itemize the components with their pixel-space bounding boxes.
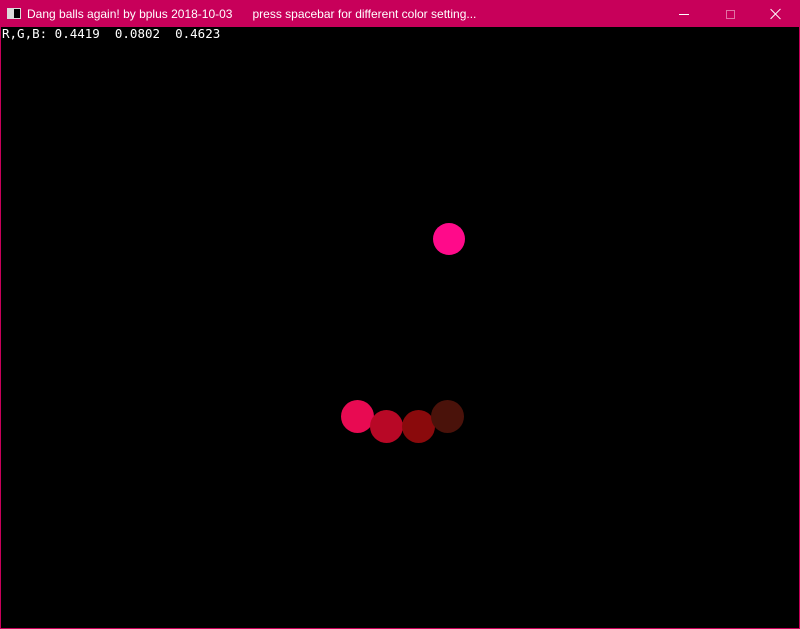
window-title: Dang balls again! by bplus 2018-10-03 pr…: [27, 7, 477, 21]
ball-dark: [431, 400, 464, 433]
ball-pink: [433, 223, 465, 255]
canvas-area[interactable]: R,G,B: 0.4419 0.0802 0.4623: [1, 27, 799, 628]
app-window: Dang balls again! by bplus 2018-10-03 pr…: [0, 0, 800, 629]
app-icon[interactable]: [7, 8, 21, 19]
maximize-icon: [725, 9, 735, 19]
close-button[interactable]: [753, 1, 799, 27]
minimize-button[interactable]: [661, 1, 707, 27]
ball-red-2: [370, 410, 403, 443]
ball-red-1: [341, 400, 374, 433]
title-bar[interactable]: Dang balls again! by bplus 2018-10-03 pr…: [1, 1, 799, 27]
rgb-readout: R,G,B: 0.4419 0.0802 0.4623: [2, 26, 221, 41]
minimize-icon: [679, 13, 689, 15]
close-icon: [770, 8, 782, 20]
maximize-button[interactable]: [707, 1, 753, 27]
